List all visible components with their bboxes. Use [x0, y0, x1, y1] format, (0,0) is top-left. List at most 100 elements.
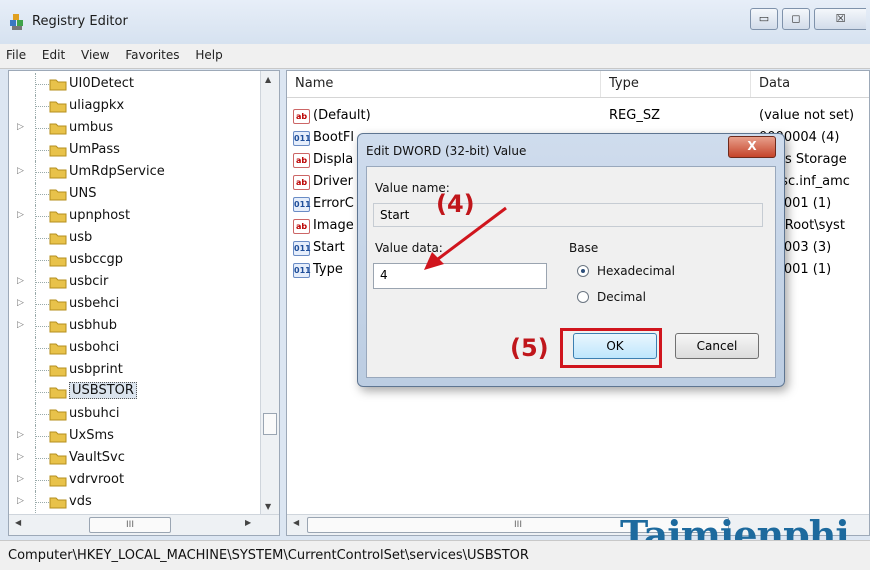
tree-item-label: usb [69, 230, 93, 245]
tree-item-label: UmPass [69, 142, 120, 157]
expand-arrow-icon[interactable]: ▷ [17, 320, 24, 330]
value-row[interactable]: ab (Default) REG_SZ (value not set) [287, 105, 869, 127]
tree-item[interactable]: ▷ usbehci [9, 293, 259, 315]
tree-item[interactable]: UI0Detect [9, 73, 259, 95]
maximize-button[interactable]: ◻ [782, 8, 810, 30]
tree-item[interactable]: usb [9, 227, 259, 249]
tree-branch [35, 260, 49, 261]
folder-icon [49, 101, 67, 113]
dword-value-icon: 011 [293, 263, 311, 278]
tree-branch [35, 502, 49, 503]
tree-item-label: USBSTOR [69, 382, 137, 399]
hexadecimal-radio[interactable] [577, 265, 589, 277]
minimize-button[interactable]: ▭ [750, 8, 778, 30]
tree-item-label: upnphost [69, 208, 131, 223]
menu-favorites[interactable]: Favorites [119, 44, 185, 66]
scroll-right-icon[interactable]: ▶ [245, 518, 251, 527]
expand-arrow-icon[interactable]: ▷ [17, 474, 24, 484]
tree-item[interactable]: uliagpkx [9, 95, 259, 117]
title-bar: Registry Editor ▭ ◻ ☒ [0, 0, 870, 44]
dialog-title: Edit DWORD (32-bit) Value [366, 144, 527, 158]
tree-item[interactable]: ▷ UmRdpService [9, 161, 259, 183]
menu-bar: File Edit View Favorites Help [0, 44, 870, 69]
column-type-header[interactable]: Type [601, 71, 751, 97]
tree-item-label: vds [69, 494, 92, 509]
tree-branch [35, 348, 49, 349]
tree-item[interactable]: ▷ vdrvroot [9, 469, 259, 491]
menu-file[interactable]: File [0, 44, 32, 66]
tree-branch [35, 282, 49, 283]
value-name: Displa [313, 152, 354, 167]
expand-arrow-icon[interactable]: ▷ [17, 298, 24, 308]
dialog-close-button[interactable]: X [728, 136, 776, 158]
expand-arrow-icon[interactable]: ▷ [17, 166, 24, 176]
registry-editor-window: Registry Editor ▭ ◻ ☒ File Edit View Fav… [0, 0, 870, 570]
tree-item-label: UxSms [69, 428, 114, 443]
string-value-icon: ab [293, 109, 310, 124]
tree-branch [35, 216, 49, 217]
tree-item-label: usbohci [69, 340, 120, 355]
base-group: Base Hexadecimal Decimal [567, 241, 767, 321]
menu-help[interactable]: Help [189, 44, 228, 66]
scroll-left-icon[interactable]: ◀ [15, 518, 21, 527]
tree-item-label: usbuhci [69, 406, 120, 421]
tree-scroll-thumb[interactable] [263, 413, 277, 435]
tree-branch [35, 480, 49, 481]
value-type: REG_SZ [609, 108, 660, 123]
cancel-button[interactable]: Cancel [675, 333, 759, 359]
folder-icon [49, 167, 67, 179]
folder-icon [49, 453, 67, 465]
tree-item[interactable]: ▷ usbhub [9, 315, 259, 337]
folder-icon [49, 189, 67, 201]
expand-arrow-icon[interactable]: ▷ [17, 452, 24, 462]
menu-edit[interactable]: Edit [36, 44, 71, 66]
tree-vertical-scrollbar[interactable]: ▲ ▼ [260, 71, 279, 515]
tree-item[interactable]: UNS [9, 183, 259, 205]
dword-value-icon: 011 [293, 241, 311, 256]
tree-item[interactable]: usbohci [9, 337, 259, 359]
tree-item[interactable]: usbprint [9, 359, 259, 381]
window-close-button[interactable]: ☒ [814, 8, 866, 30]
tree-item[interactable]: usbuhci [9, 403, 259, 425]
expand-arrow-icon[interactable]: ▷ [17, 276, 24, 286]
scroll-left-icon[interactable]: ◀ [293, 518, 299, 527]
folder-icon [49, 343, 67, 355]
base-label: Base [569, 241, 599, 255]
tree-branch [35, 326, 49, 327]
tree-branch [35, 370, 49, 371]
value-name: Image [313, 218, 354, 233]
tree-branch [35, 436, 49, 437]
scroll-down-icon[interactable]: ▼ [265, 502, 271, 511]
value-name: Start [313, 240, 345, 255]
folder-icon [49, 211, 67, 223]
value-name: Driver [313, 174, 354, 189]
tree-item[interactable]: ▷ vds [9, 491, 259, 513]
string-value-icon: ab [293, 153, 310, 168]
folder-icon [49, 255, 67, 267]
expand-arrow-icon[interactable]: ▷ [17, 496, 24, 506]
tree-item[interactable]: ▷ VaultSvc [9, 447, 259, 469]
hexadecimal-label[interactable]: Hexadecimal [597, 264, 675, 278]
tree-item[interactable]: UmPass [9, 139, 259, 161]
tree-hscroll-thumb[interactable]: III [89, 517, 171, 533]
tree-item-label: uliagpkx [69, 98, 125, 113]
list-header: Name Type Data [287, 71, 869, 98]
tree-item[interactable]: ▷ usbcir [9, 271, 259, 293]
decimal-label[interactable]: Decimal [597, 290, 646, 304]
tree-item[interactable]: ▷ umbus [9, 117, 259, 139]
expand-arrow-icon[interactable]: ▷ [17, 122, 24, 132]
scroll-up-icon[interactable]: ▲ [265, 75, 271, 84]
tree-horizontal-scrollbar[interactable]: ◀ III ▶ [9, 514, 279, 535]
menu-view[interactable]: View [75, 44, 115, 66]
tree-item[interactable]: ▷ upnphost [9, 205, 259, 227]
column-name-header[interactable]: Name [287, 71, 601, 97]
tree-item[interactable]: USBSTOR [9, 381, 259, 403]
tree-item[interactable]: ▷ UxSms [9, 425, 259, 447]
value-name: (Default) [313, 108, 371, 123]
column-data-header[interactable]: Data [751, 71, 869, 97]
decimal-radio[interactable] [577, 291, 589, 303]
expand-arrow-icon[interactable]: ▷ [17, 430, 24, 440]
tree-item[interactable]: usbccgp [9, 249, 259, 271]
expand-arrow-icon[interactable]: ▷ [17, 210, 24, 220]
folder-icon [49, 321, 67, 333]
